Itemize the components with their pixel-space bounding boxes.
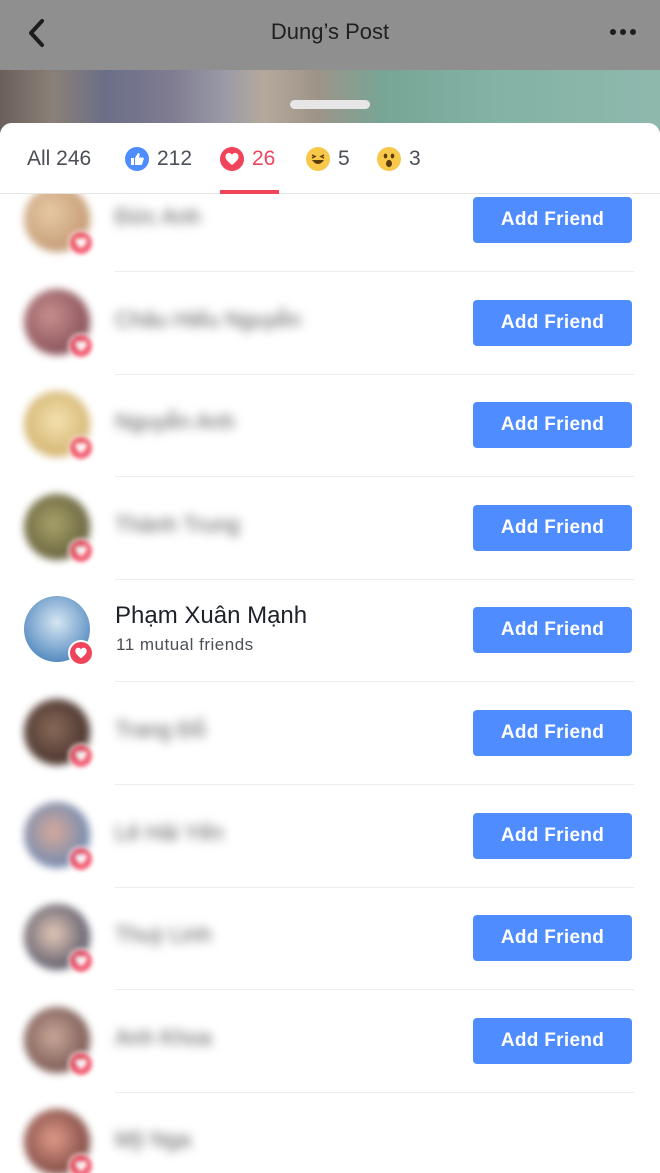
person-name[interactable]: Châu Hiếu Nguyễn: [115, 307, 301, 333]
list-item[interactable]: Châu Hiếu Nguyễn Add Friend: [0, 273, 660, 375]
love-icon: [220, 147, 244, 171]
list-item[interactable]: Thành Trung Add Friend: [0, 478, 660, 580]
love-icon: [68, 332, 94, 359]
tab-wow-count: 3: [409, 147, 421, 170]
add-friend-button[interactable]: Add Friend: [473, 812, 632, 859]
add-friend-button[interactable]: Add Friend: [473, 710, 632, 756]
haha-icon: [306, 147, 330, 171]
tab-love-count: 26: [252, 147, 276, 170]
love-icon: [68, 640, 94, 667]
love-icon: [68, 435, 94, 462]
page-title: Dung’s Post: [270, 19, 390, 44]
person-name[interactable]: Anh Khoa: [115, 1025, 212, 1051]
selected-tab-indicator: [220, 190, 279, 194]
person-name[interactable]: Thuỳ Linh: [115, 922, 212, 948]
person-name[interactable]: Phạm Xuân Mạnh: [115, 602, 307, 630]
list-item[interactable]: Trang Đỗ Add Friend: [0, 683, 660, 785]
navigation-bar: Dung’s Post: [0, 0, 660, 70]
reaction-tabs: All 246 212 26 5 3: [0, 123, 660, 194]
dot: [610, 29, 616, 35]
mutual-friends-count: 11 mutual friends: [116, 635, 254, 655]
person-name[interactable]: Trang Đỗ: [115, 717, 206, 743]
list-item[interactable]: Thuỳ Linh Add Friend: [0, 888, 660, 991]
dot: [630, 29, 636, 35]
person-name[interactable]: Thành Trung: [115, 512, 240, 538]
wow-icon: [377, 147, 401, 171]
list-item[interactable]: Nguyễn Anh Add Friend: [0, 375, 660, 478]
add-friend-button[interactable]: Add Friend: [473, 607, 632, 654]
tab-haha[interactable]: 5: [306, 145, 350, 173]
add-friend-button[interactable]: Add Friend: [473, 197, 632, 243]
add-friend-button[interactable]: Add Friend: [473, 915, 632, 962]
love-icon: [68, 1153, 94, 1173]
love-icon: [68, 1050, 94, 1077]
person-name[interactable]: Nguyễn Anh: [115, 409, 235, 435]
more-options-button[interactable]: [608, 24, 638, 40]
dot: [620, 29, 626, 35]
list-item[interactable]: Lê Hải Yến Add Friend: [0, 786, 660, 888]
like-icon: [125, 147, 149, 171]
love-icon: [68, 537, 94, 564]
tab-wow[interactable]: 3: [377, 145, 421, 173]
tab-love[interactable]: 26: [220, 145, 275, 173]
tab-like-count: 212: [157, 147, 193, 170]
love-icon: [68, 845, 94, 872]
love-icon: [68, 743, 94, 769]
love-icon: [68, 230, 94, 256]
person-name[interactable]: Mỹ Nga: [115, 1127, 191, 1153]
love-icon: [68, 948, 94, 975]
people-list: Đức Anh Add Friend Châu Hiếu Nguyễn Add Fri…: [0, 123, 660, 1173]
list-item[interactable]: Anh Khoa Add Friend: [0, 991, 660, 1093]
add-friend-button[interactable]: Add Friend: [473, 402, 632, 449]
tab-all[interactable]: All 246: [27, 145, 91, 173]
reactions-sheet: Đức Anh Add Friend Châu Hiếu Nguyễn Add Fri…: [0, 123, 660, 1173]
person-name[interactable]: Đức Anh: [115, 204, 201, 230]
sheet-grabber-handle[interactable]: [290, 100, 370, 109]
tab-all-label: All 246: [27, 147, 92, 170]
list-item[interactable]: Mỹ Nga: [0, 1093, 660, 1173]
person-name[interactable]: Lê Hải Yến: [115, 820, 223, 846]
tab-haha-count: 5: [338, 147, 350, 170]
tab-like[interactable]: 212: [125, 145, 192, 173]
list-item[interactable]: Phạm Xuân Mạnh 11 mutual friends Add Frien…: [0, 580, 660, 683]
add-friend-button[interactable]: Add Friend: [473, 504, 632, 551]
add-friend-button[interactable]: Add Friend: [473, 1017, 632, 1064]
add-friend-button[interactable]: Add Friend: [473, 299, 632, 346]
